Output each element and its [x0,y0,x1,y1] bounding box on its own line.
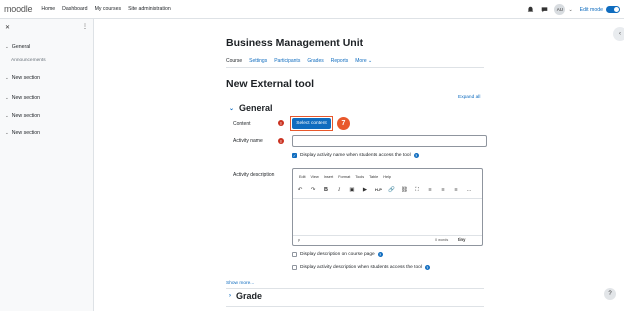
page-title: New External tool [226,78,315,90]
drawer-item-label: New section [11,113,41,119]
nav-site-administration[interactable]: Site administration [128,6,171,12]
bold-icon[interactable]: B [323,186,329,194]
rich-text-editor: Edit View Insert Format Tools Table Help… [292,168,483,246]
drawer-item-new-section-1[interactable]: ⌄ New section [5,75,40,81]
chevron-down-icon: ⌄ [229,105,235,112]
select-content-button[interactable]: Select content [292,118,331,129]
link-icon[interactable]: 🔗 [388,186,395,194]
image-icon[interactable]: ▣ [349,186,355,194]
chevron-down-icon: ⌄ [5,95,9,100]
editor-menu-tools[interactable]: Tools [355,175,364,179]
activity-description-label: Activity description [233,172,275,178]
close-icon[interactable]: ✕ [5,24,10,31]
media-icon[interactable]: ▶ [362,186,368,194]
course-title: Business Management Unit [226,37,364,49]
italic-icon[interactable]: I [336,186,342,194]
editor-menu-format[interactable]: Format [338,175,350,179]
chevron-left-icon: ‹ [619,31,621,37]
question-icon: ? [608,291,612,297]
help-icon[interactable]: ? [424,265,430,270]
step-badge: 7 [337,117,350,130]
drawer-item-general[interactable]: ⌄ General [5,44,30,50]
show-more-link[interactable]: Show more... [226,281,254,286]
undo-icon[interactable]: ↶ [297,186,303,194]
drawer-item-label: New section [11,130,41,136]
drawer-item-announcements[interactable]: Announcements [11,58,46,63]
editor-menubar: Edit View Insert Format Tools Table Help [299,175,396,179]
h5p-icon[interactable]: H‑P [375,186,382,194]
drawer-item-label: General [11,44,31,50]
bell-icon[interactable] [526,6,534,14]
help-icon[interactable]: ? [377,252,383,257]
editor-menu-edit[interactable]: Edit [299,175,306,179]
editor-word-count: 0 words [435,238,449,242]
display-desc-course-checkbox[interactable] [292,252,297,257]
drawer-item-new-section-3[interactable]: ⌄ New section [5,113,40,119]
section-divider [226,306,484,307]
required-icon: ! [278,120,284,126]
edit-mode-toggle[interactable] [606,6,620,13]
redo-icon[interactable]: ↷ [310,186,316,194]
display-desc-access-label: Display activity description when studen… [300,265,422,270]
chevron-down-icon: ⌄ [5,75,9,80]
align-center-icon[interactable]: ≡ [440,186,446,194]
nav-dashboard[interactable]: Dashboard [62,6,87,12]
section-divider [226,288,484,289]
kebab-menu-icon[interactable]: ⋮ [82,23,88,30]
section-general-header[interactable]: ⌄ General [229,103,273,113]
unlink-icon[interactable]: ⛓ [401,186,408,194]
align-left-icon[interactable]: ≡ [427,186,433,194]
drawer-item-new-section-4[interactable]: ⌄ New section [5,130,40,136]
editor-menu-table[interactable]: Table [369,175,378,179]
activity-name-label: Activity name [233,138,263,144]
tiny-logo[interactable]: tiny [458,237,465,242]
chevron-down-icon: ⌄ [5,44,9,49]
editor-footer-divider [293,235,482,236]
edit-mode-label: Edit mode [579,6,603,13]
chevron-down-icon: ⌄ [5,113,9,118]
help-icon[interactable]: ? [413,153,419,158]
moodle-logo[interactable]: moodle [4,4,33,14]
align-right-icon[interactable]: ≡ [453,186,459,194]
open-block-drawer-button[interactable]: ‹ [613,27,624,41]
top-navbar: moodle Home Dashboard My courses Site ad… [0,0,624,19]
display-name-label: Display activity name when students acce… [300,153,411,158]
display-desc-course-label: Display description on course page [300,252,375,257]
navbar-user-area: AU ⌄ Edit mode [526,4,620,15]
tabs-divider [226,67,484,68]
fullscreen-icon[interactable]: ⛶ [414,186,420,194]
display-desc-access-checkbox[interactable] [292,265,297,270]
section-grade-header[interactable]: › Grade [229,291,262,301]
editor-divider [293,198,482,199]
nav-my-courses[interactable]: My courses [95,6,122,12]
section-grade-title: Grade [236,291,263,301]
required-icon: ! [278,138,284,144]
messages-icon[interactable] [540,6,548,14]
more-icon[interactable]: … [466,186,472,194]
help-button[interactable]: ? [604,288,616,300]
drawer-item-label: New section [11,95,41,101]
display-desc-course-row: Display description on course page ? [292,252,383,257]
avatar[interactable]: AU [554,4,566,15]
chevron-down-icon[interactable]: ⌄ [568,7,572,13]
display-name-checkbox[interactable]: ✓ [292,153,297,158]
nav-home[interactable]: Home [41,6,55,12]
chevron-down-icon: ⌄ [5,130,9,135]
display-name-row: ✓ Display activity name when students ac… [292,153,419,158]
section-general-title: General [239,103,273,113]
editor-path: p [298,238,301,242]
editor-menu-help[interactable]: Help [383,175,391,179]
drawer-item-new-section-2[interactable]: ⌄ New section [5,95,40,101]
content-label: Content [233,121,251,127]
editor-menu-insert[interactable]: Insert [324,175,334,179]
chevron-right-icon: › [229,293,231,299]
activity-name-input[interactable] [292,135,487,147]
course-index-drawer: ✕ ⋮ ⌄ General Announcements ⌄ New sectio… [0,19,94,311]
drawer-item-label: New section [11,75,41,81]
display-desc-access-row: Display activity description when studen… [292,265,430,270]
editor-toolbar: ↶ ↷ B I ▣ ▶ H‑P 🔗 ⛓ ⛶ ≡ ≡ ≡ … [297,186,479,194]
expand-all-link[interactable]: Expand all [458,95,480,100]
editor-menu-view[interactable]: View [311,175,319,179]
